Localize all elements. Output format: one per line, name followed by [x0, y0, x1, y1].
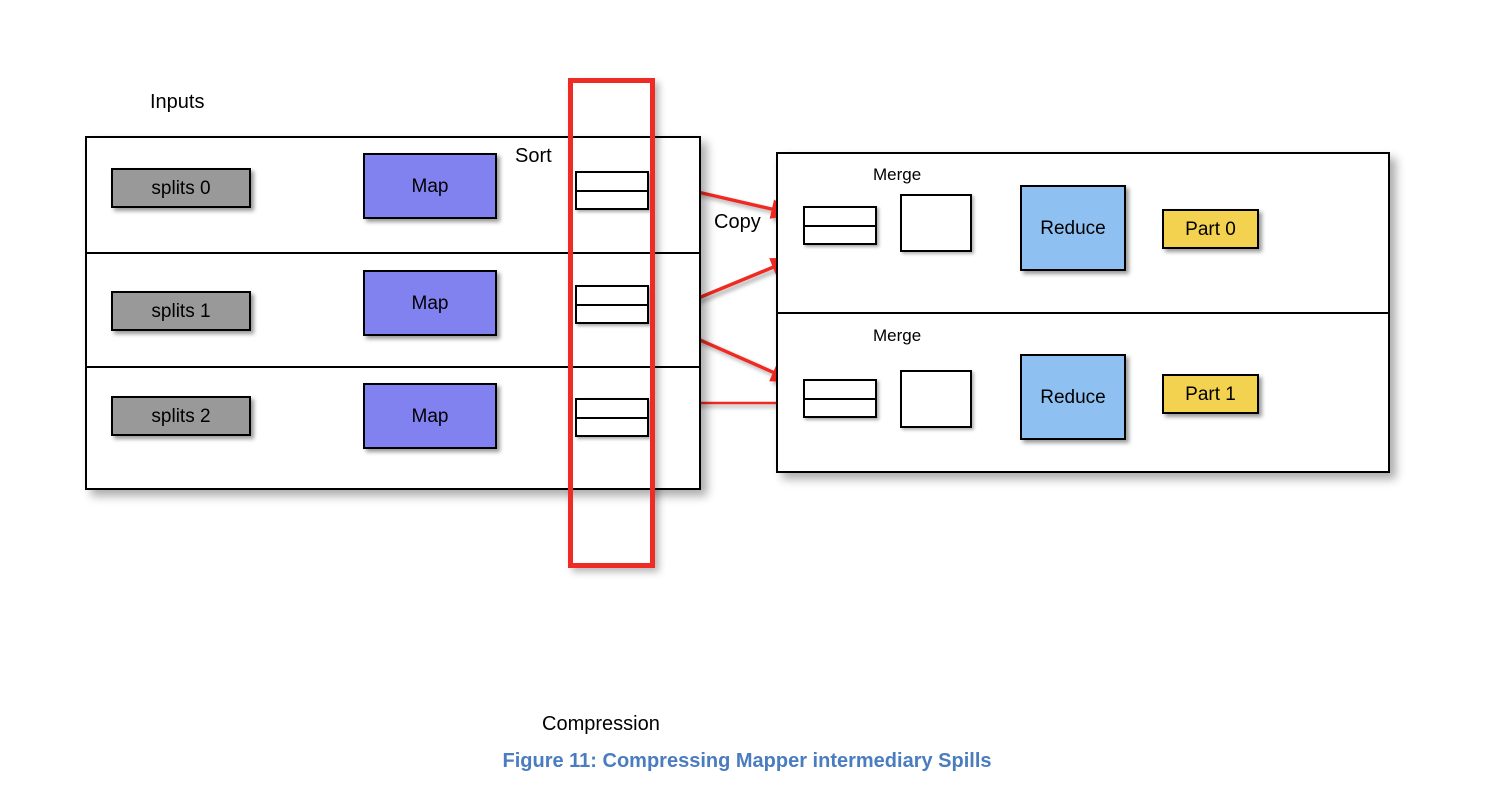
reduce-1-label: Reduce: [1040, 386, 1106, 408]
merge-output-0[interactable]: [900, 194, 972, 252]
splits-1-box[interactable]: splits 1: [111, 291, 251, 331]
map-1-box[interactable]: Map: [363, 270, 497, 336]
figure-canvas: splits 0 splits 1 splits 2 Map Map Map R…: [0, 0, 1494, 808]
splits-0-label: splits 0: [151, 177, 211, 199]
merge-input-1[interactable]: [803, 379, 877, 418]
part-1-label: Part 1: [1185, 383, 1236, 405]
part-1-box[interactable]: Part 1: [1162, 374, 1259, 414]
sort-label: Sort: [515, 145, 552, 167]
figure-caption: Figure 11: Compressing Mapper intermedia…: [502, 750, 992, 772]
splits-2-box[interactable]: splits 2: [111, 396, 251, 436]
reduce-0-label: Reduce: [1040, 217, 1106, 239]
part-0-box[interactable]: Part 0: [1162, 209, 1259, 249]
merge-output-1[interactable]: [900, 370, 972, 428]
part-0-label: Part 0: [1185, 218, 1236, 240]
copy-label: Copy: [714, 211, 761, 233]
merge-input-0[interactable]: [803, 206, 877, 245]
map-2-box[interactable]: Map: [363, 383, 497, 449]
splits-2-label: splits 2: [151, 405, 211, 427]
map-0-label: Map: [411, 175, 449, 197]
splits-0-box[interactable]: splits 0: [111, 168, 251, 208]
reduce-1-box[interactable]: Reduce: [1020, 354, 1126, 440]
reduce-0-box[interactable]: Reduce: [1020, 185, 1126, 271]
merge-label-1: Merge: [873, 326, 922, 345]
map-1-label: Map: [411, 292, 449, 314]
compression-label: Compression: [542, 713, 660, 735]
reducer-row-divider: [778, 312, 1388, 314]
splits-1-label: splits 1: [151, 300, 211, 322]
map-2-label: Map: [411, 405, 449, 427]
map-0-box[interactable]: Map: [363, 153, 497, 219]
compression-highlight-box[interactable]: [568, 78, 655, 568]
inputs-label: Inputs: [150, 91, 205, 113]
merge-label-0: Merge: [873, 165, 922, 184]
